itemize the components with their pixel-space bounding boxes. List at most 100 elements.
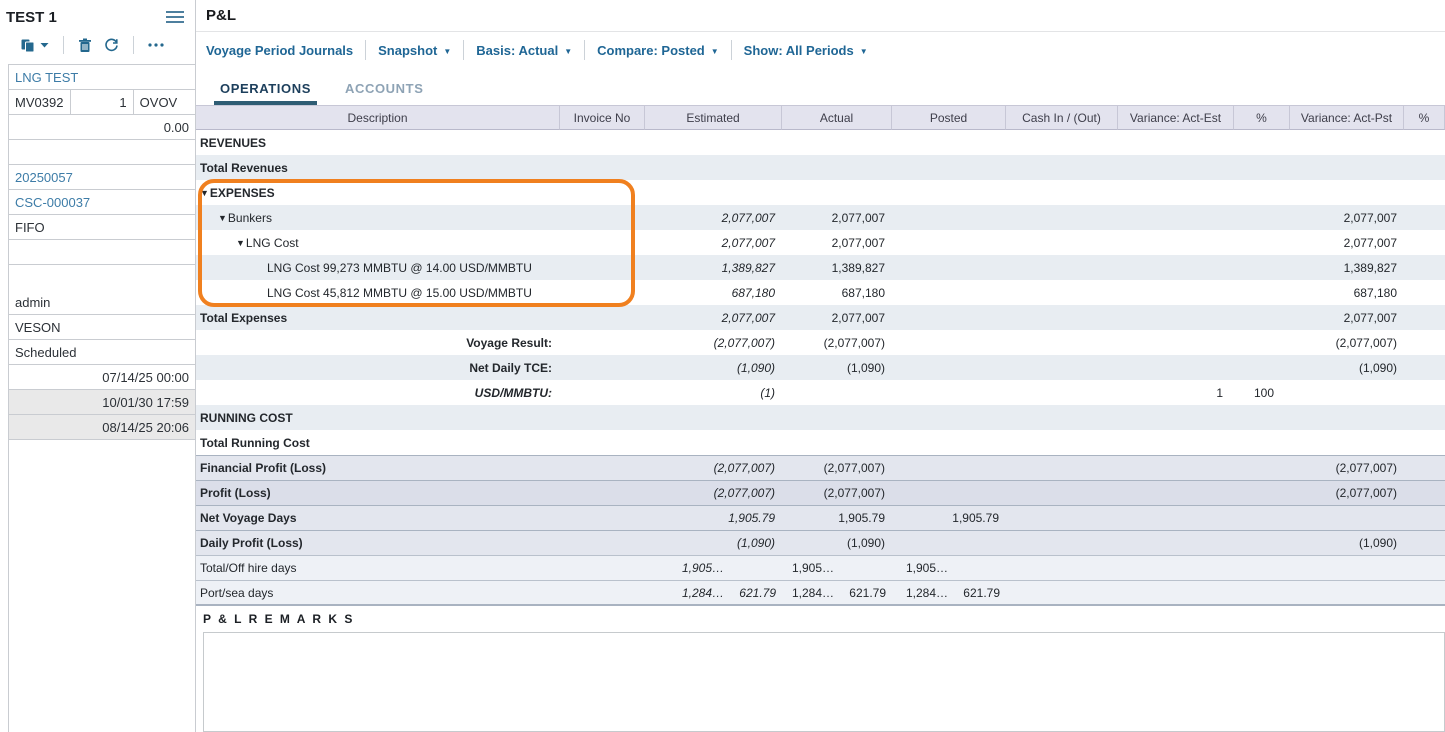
toolbar-button-compare-posted[interactable]: Compare: Posted▼ xyxy=(597,43,719,58)
cell-variance-act-est xyxy=(1118,506,1234,530)
column-header-actual[interactable]: Actual xyxy=(782,105,892,130)
column-header-%[interactable]: % xyxy=(1234,105,1290,130)
cell-estimated: 2,077,007 xyxy=(645,205,782,230)
more-options-button[interactable] xyxy=(142,43,170,47)
collapse-caret-icon[interactable]: ▼ xyxy=(200,188,209,198)
cell-variance-act-est xyxy=(1118,456,1234,480)
table-row: ▼EXPENSES xyxy=(196,180,1445,205)
delete-voyage-button[interactable] xyxy=(72,38,98,53)
voyage-summary-sidebar: TEST 1 LNG TESTMV03921OVOV0.0020250057CS… xyxy=(0,0,196,732)
column-header-estimated[interactable]: Estimated xyxy=(645,105,782,130)
toolbar-button-snapshot[interactable]: Snapshot▼ xyxy=(378,43,451,58)
cell-cash-in-out xyxy=(1006,205,1118,230)
sidebar-field-value[interactable]: admin xyxy=(9,290,195,314)
cell-cash-in-out xyxy=(1006,230,1118,255)
cell-pct-act-est xyxy=(1234,330,1290,355)
sidebar-field-value[interactable]: MV0392 xyxy=(9,90,70,114)
cell-pct-act-est xyxy=(1234,405,1290,430)
toolbar-button-show-all-periods[interactable]: Show: All Periods▼ xyxy=(744,43,868,58)
sidebar-field-value[interactable]: VESON xyxy=(9,315,195,339)
tab-accounts[interactable]: ACCOUNTS xyxy=(341,81,427,105)
cell-description[interactable]: ▼LNG Cost xyxy=(196,230,560,255)
cell-invoice-no xyxy=(560,330,645,355)
cell-actual xyxy=(782,405,892,430)
cell-actual xyxy=(782,430,892,455)
table-row: Total Expenses2,077,0072,077,0072,077,00… xyxy=(196,305,1445,330)
sidebar-field-value[interactable]: Scheduled xyxy=(9,340,195,364)
cell-actual: 2,077,007 xyxy=(782,230,892,255)
sidebar-field-value[interactable]: 1 xyxy=(70,90,132,114)
collapse-caret-icon[interactable]: ▼ xyxy=(218,213,227,223)
cell-cash-in-out xyxy=(1006,556,1118,580)
table-row: Net Voyage Days1,905.791,905.791,905.79 xyxy=(196,505,1445,530)
refresh-button[interactable] xyxy=(98,38,125,53)
remarks-textarea[interactable] xyxy=(203,632,1445,732)
cell-description[interactable]: ▼Bunkers xyxy=(196,205,560,230)
cell-invoice-no xyxy=(560,456,645,480)
column-header-description[interactable]: Description xyxy=(196,105,560,130)
cell-estimated: (1) xyxy=(645,380,782,405)
column-header-%[interactable]: % xyxy=(1404,105,1445,130)
toolbar-button-label: Compare: Posted xyxy=(597,43,705,58)
cell-posted: 1,284…621.79 xyxy=(892,581,1006,604)
cell-cash-in-out xyxy=(1006,180,1118,205)
toolbar-button-label: Show: All Periods xyxy=(744,43,854,58)
sidebar-link[interactable]: LNG TEST xyxy=(9,65,195,89)
sidebar-field-value[interactable] xyxy=(9,140,195,164)
cell-posted xyxy=(892,481,1006,505)
sidebar-field-row xyxy=(9,240,195,265)
column-header-invoice-no[interactable]: Invoice No xyxy=(560,105,645,130)
sidebar-field-row: 0.00 xyxy=(9,115,195,140)
cell-pct-act-pst xyxy=(1404,481,1445,505)
table-row: USD/MMBTU: (1) 1100 xyxy=(196,380,1445,405)
cell-pct-act-est: 100 xyxy=(1234,380,1290,405)
cell-description: USD/MMBTU: xyxy=(196,380,560,405)
row-label: Total Running Cost xyxy=(200,436,310,450)
sub-cell-sea-days: 621.79 xyxy=(834,586,886,600)
cell-cash-in-out xyxy=(1006,355,1118,380)
cell-description[interactable]: ▼EXPENSES xyxy=(196,180,560,205)
cell-posted xyxy=(892,180,1006,205)
cell-pct-act-est xyxy=(1234,506,1290,530)
sidebar-fields-list: LNG TESTMV03921OVOV0.00 20250057CSC-00003… xyxy=(8,64,195,732)
cell-variance-act-est: 1 xyxy=(1118,380,1234,405)
cell-variance-act-pst xyxy=(1290,405,1404,430)
cell-pct-act-est xyxy=(1234,456,1290,480)
sidebar-field-value[interactable]: 0.00 xyxy=(9,115,195,139)
sidebar-link[interactable]: 20250057 xyxy=(9,165,195,189)
row-label: USD/MMBTU: xyxy=(475,386,552,400)
cell-variance-act-pst: (1,090) xyxy=(1290,531,1404,555)
cell-posted xyxy=(892,205,1006,230)
cell-estimated xyxy=(645,130,782,155)
collapse-caret-icon[interactable]: ▼ xyxy=(236,238,245,248)
cell-variance-act-pst xyxy=(1290,506,1404,530)
column-header-variance-act-pst[interactable]: Variance: Act-Pst xyxy=(1290,105,1404,130)
duplicate-voyage-button[interactable] xyxy=(14,38,55,53)
toolbar-button-voyage-period-journals[interactable]: Voyage Period Journals xyxy=(206,43,353,58)
cell-estimated: 1,389,827 xyxy=(645,255,782,280)
sub-cell-port-days: 1,284… xyxy=(782,586,834,600)
sidebar-field-row: MV03921OVOV xyxy=(9,90,195,115)
sub-cell-port-days: 1,905… xyxy=(782,561,834,575)
tab-operations[interactable]: OPERATIONS xyxy=(216,81,315,105)
toolbar-separator xyxy=(365,40,366,60)
dropdown-caret-icon: ▼ xyxy=(564,47,572,56)
column-header-posted[interactable]: Posted xyxy=(892,105,1006,130)
sidebar-link[interactable]: CSC-000037 xyxy=(9,190,195,214)
column-header-variance-act-est[interactable]: Variance: Act-Est xyxy=(1118,105,1234,130)
cell-pct-act-est xyxy=(1234,305,1290,330)
sidebar-field-value[interactable]: FIFO xyxy=(9,215,195,239)
sidebar-field-value[interactable] xyxy=(9,240,195,264)
sidebar-field-value[interactable]: OVOV xyxy=(133,90,195,114)
cell-variance-act-est xyxy=(1118,305,1234,330)
toolbar-button-basis-actual[interactable]: Basis: Actual▼ xyxy=(476,43,572,58)
cell-estimated: (2,077,007) xyxy=(645,481,782,505)
hamburger-menu-icon[interactable] xyxy=(165,9,185,25)
cell-posted: 1,905… xyxy=(892,556,1006,580)
row-label: Net Daily TCE: xyxy=(469,361,552,375)
cell-description: Net Daily TCE: xyxy=(196,355,560,380)
column-header-cash-in-out-[interactable]: Cash In / (Out) xyxy=(1006,105,1118,130)
sidebar-field-value[interactable]: 07/14/25 00:00 xyxy=(9,365,195,389)
sidebar-field-row: 10/01/30 17:59 xyxy=(9,390,195,415)
cell-invoice-no xyxy=(560,280,645,305)
